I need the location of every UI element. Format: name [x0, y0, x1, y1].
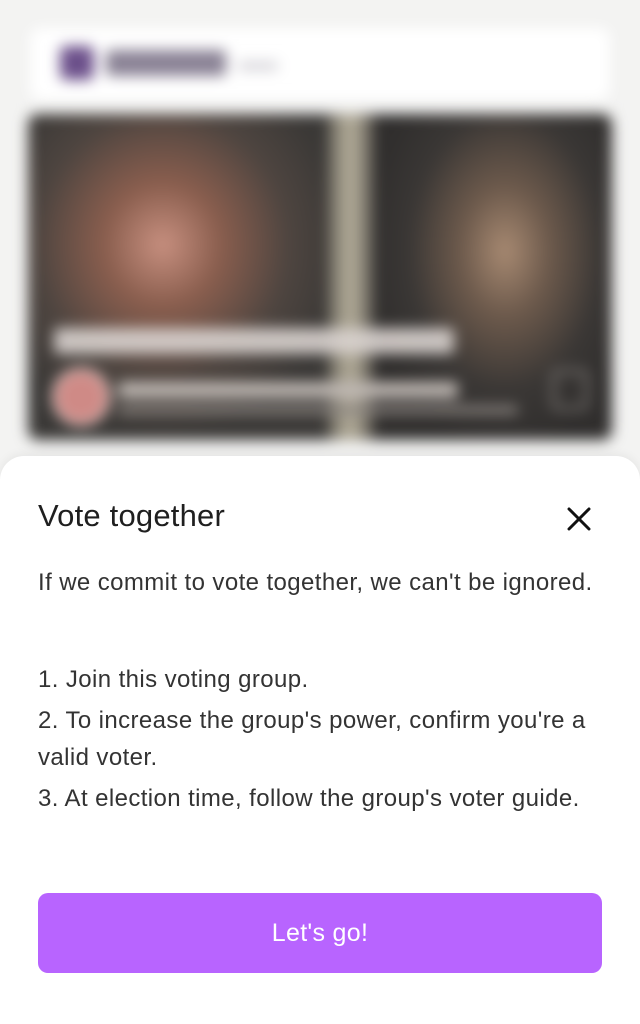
- lets-go-button[interactable]: Let's go!: [38, 893, 602, 973]
- app-wordmark: [106, 50, 226, 76]
- close-button[interactable]: [558, 498, 600, 540]
- steps-list: 1. Join this voting group. 2. To increas…: [38, 661, 598, 821]
- card-author-meta: [118, 406, 518, 414]
- close-icon: [567, 507, 591, 531]
- sheet-intro: If we commit to vote together, we can't …: [38, 569, 593, 596]
- featured-video-card: [28, 114, 612, 440]
- step-confirm-voter: 2. To increase the group's power, confir…: [38, 707, 586, 771]
- card-author: [118, 382, 458, 398]
- logo-icon: [60, 46, 94, 80]
- avatar: [52, 368, 110, 426]
- card-title: [54, 328, 454, 354]
- app-screen: Vote together If we commit to vote toget…: [0, 0, 640, 1024]
- step-join-group: 1. Join this voting group.: [38, 666, 309, 693]
- app-header: [30, 28, 610, 100]
- vote-together-sheet: Vote together If we commit to vote toget…: [0, 456, 640, 1024]
- step-follow-guide: 3. At election time, follow the group's …: [38, 785, 580, 812]
- app-wordmark-sub: [238, 62, 278, 70]
- sheet-title: Vote together: [38, 498, 226, 533]
- bookmark-icon: [552, 370, 588, 410]
